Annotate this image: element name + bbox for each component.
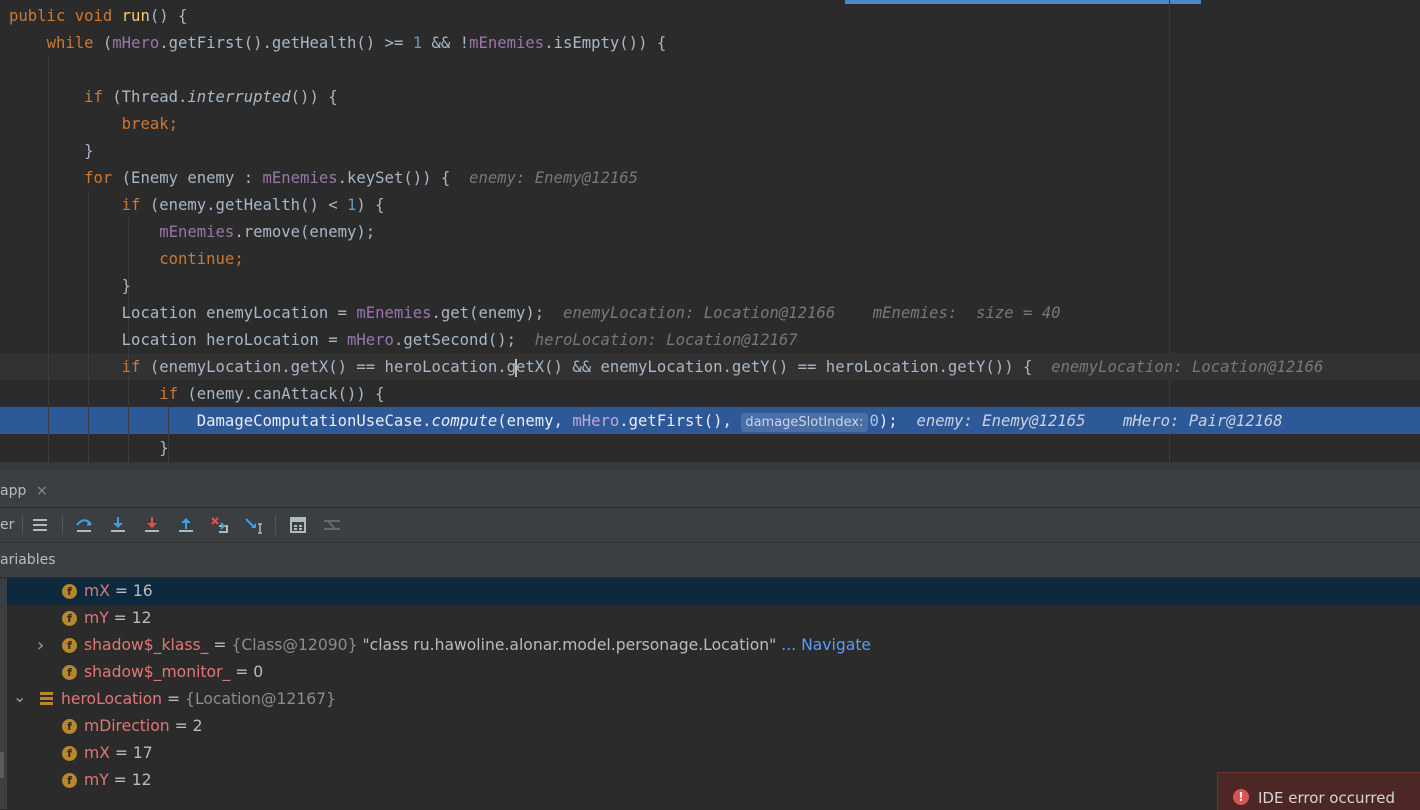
debugger-toolbar: er — [0, 508, 1420, 543]
inline-debug-value: enemyLocation: Location@12166 — [562, 304, 836, 322]
navigate-link[interactable]: ... Navigate — [776, 636, 871, 654]
field-icon: f — [62, 719, 77, 734]
field-icon: f — [62, 665, 77, 680]
code-line-12[interactable]: Location enemyLocation = mEnemies.get(en… — [9, 300, 1061, 327]
step-over-icon[interactable] — [73, 514, 95, 536]
code-line-14[interactable]: if (enemyLocation.getX() == heroLocation… — [9, 354, 1323, 381]
show-execution-point-icon[interactable] — [29, 514, 51, 536]
debug-session-tab[interactable]: app — [0, 476, 26, 507]
variables-title: ariables — [0, 552, 56, 568]
code-line-7[interactable]: for (Enemy enemy : mEnemies.keySet()) { … — [9, 165, 638, 192]
code-line-2[interactable]: while (mHero.getFirst().getHealth() >= 1… — [9, 30, 667, 57]
debugger-tab-label[interactable]: er — [0, 508, 14, 542]
field-icon: f — [62, 638, 77, 653]
debug-tool-window-header: app × — [0, 476, 1420, 508]
local-variable-icon — [40, 692, 53, 705]
ide-error-notification[interactable]: ! IDE error occurred — [1217, 772, 1420, 810]
variables-tree[interactable]: f mX = 16 f mY = 12 › f shadow$_klass_ =… — [0, 578, 1420, 809]
code-line-6[interactable]: } — [9, 138, 93, 165]
editor-tab-strip — [0, 0, 1420, 4]
step-out-icon[interactable] — [175, 514, 197, 536]
variables-header: ariables — [0, 543, 1420, 577]
code-editor[interactable]: public void run() { while (mHero.getFirs… — [0, 0, 1420, 470]
code-line-11[interactable]: } — [9, 273, 131, 300]
chevron-down-icon[interactable]: ⌄ — [13, 683, 26, 710]
inline-debug-value: mHero: Pair@12168 — [1123, 412, 1283, 430]
close-icon[interactable]: × — [36, 476, 48, 507]
variable-row[interactable]: f mX = 17 — [0, 740, 1420, 767]
drop-frame-icon[interactable] — [209, 514, 231, 536]
variable-row[interactable]: f shadow$_monitor_ = 0 — [0, 659, 1420, 686]
scroll-position-indicator[interactable] — [845, 0, 1201, 4]
code-line-15[interactable]: if (enemy.canAttack()) { — [9, 381, 384, 408]
field-icon: f — [62, 746, 77, 761]
toolbar-separator — [62, 515, 63, 535]
variable-row[interactable]: f mY = 12 — [0, 605, 1420, 632]
variable-row[interactable]: f mDirection = 2 — [0, 713, 1420, 740]
right-margin-guide — [1169, 0, 1170, 470]
variable-row[interactable]: f mX = 16 — [0, 578, 1420, 605]
editor-horizontal-scrollbar[interactable] — [0, 462, 1420, 470]
inline-debug-value: heroLocation: Location@12167 — [534, 331, 798, 349]
code-line-5[interactable]: break; — [9, 111, 178, 138]
variable-row[interactable]: ⌄ heroLocation = {Location@12167} — [0, 686, 1420, 713]
error-icon: ! — [1233, 789, 1249, 805]
force-step-into-icon[interactable] — [141, 514, 163, 536]
inline-debug-value: enemy: Enemy@12165 — [469, 169, 639, 187]
inline-debug-value: enemy: Enemy@12165 — [916, 412, 1086, 430]
code-line-9[interactable]: mEnemies.remove(enemy); — [9, 219, 375, 246]
variable-row[interactable]: f mY = 12 — [0, 767, 1420, 794]
code-line-17[interactable]: } — [9, 435, 168, 462]
trace-current-stream-icon[interactable] — [321, 514, 343, 536]
parameter-name-hint: damageSlotIndex: — [741, 413, 868, 432]
inline-debug-value: mEnemies: size = 40 — [872, 304, 1061, 322]
field-icon: f — [62, 611, 77, 626]
code-line-8[interactable]: if (enemy.getHealth() < 1) { — [9, 192, 385, 219]
code-line-1[interactable]: public void run() { — [9, 3, 187, 30]
field-icon: f — [62, 584, 77, 599]
resize-handle[interactable] — [0, 752, 4, 778]
code-line-10[interactable]: continue; — [9, 246, 244, 273]
step-into-icon[interactable] — [107, 514, 129, 536]
inline-debug-value: enemyLocation: Location@12166 — [1051, 358, 1324, 376]
toolbar-separator — [275, 515, 276, 535]
error-notification-text[interactable]: IDE error occurred — [1258, 787, 1395, 809]
chevron-right-icon[interactable]: › — [37, 632, 44, 659]
code-line-13[interactable]: Location heroLocation = mHero.getSecond(… — [9, 327, 798, 354]
toolbar-separator — [22, 515, 23, 535]
evaluate-expression-icon[interactable] — [287, 514, 309, 536]
code-line-16[interactable]: DamageComputationUseCase.compute(enemy, … — [9, 408, 1283, 435]
field-icon: f — [62, 773, 77, 788]
code-line-4[interactable]: if (Thread.interrupted()) { — [9, 84, 338, 111]
run-to-cursor-icon[interactable] — [243, 514, 265, 536]
variable-row[interactable]: › f shadow$_klass_ = {Class@12090} "clas… — [0, 632, 1420, 659]
